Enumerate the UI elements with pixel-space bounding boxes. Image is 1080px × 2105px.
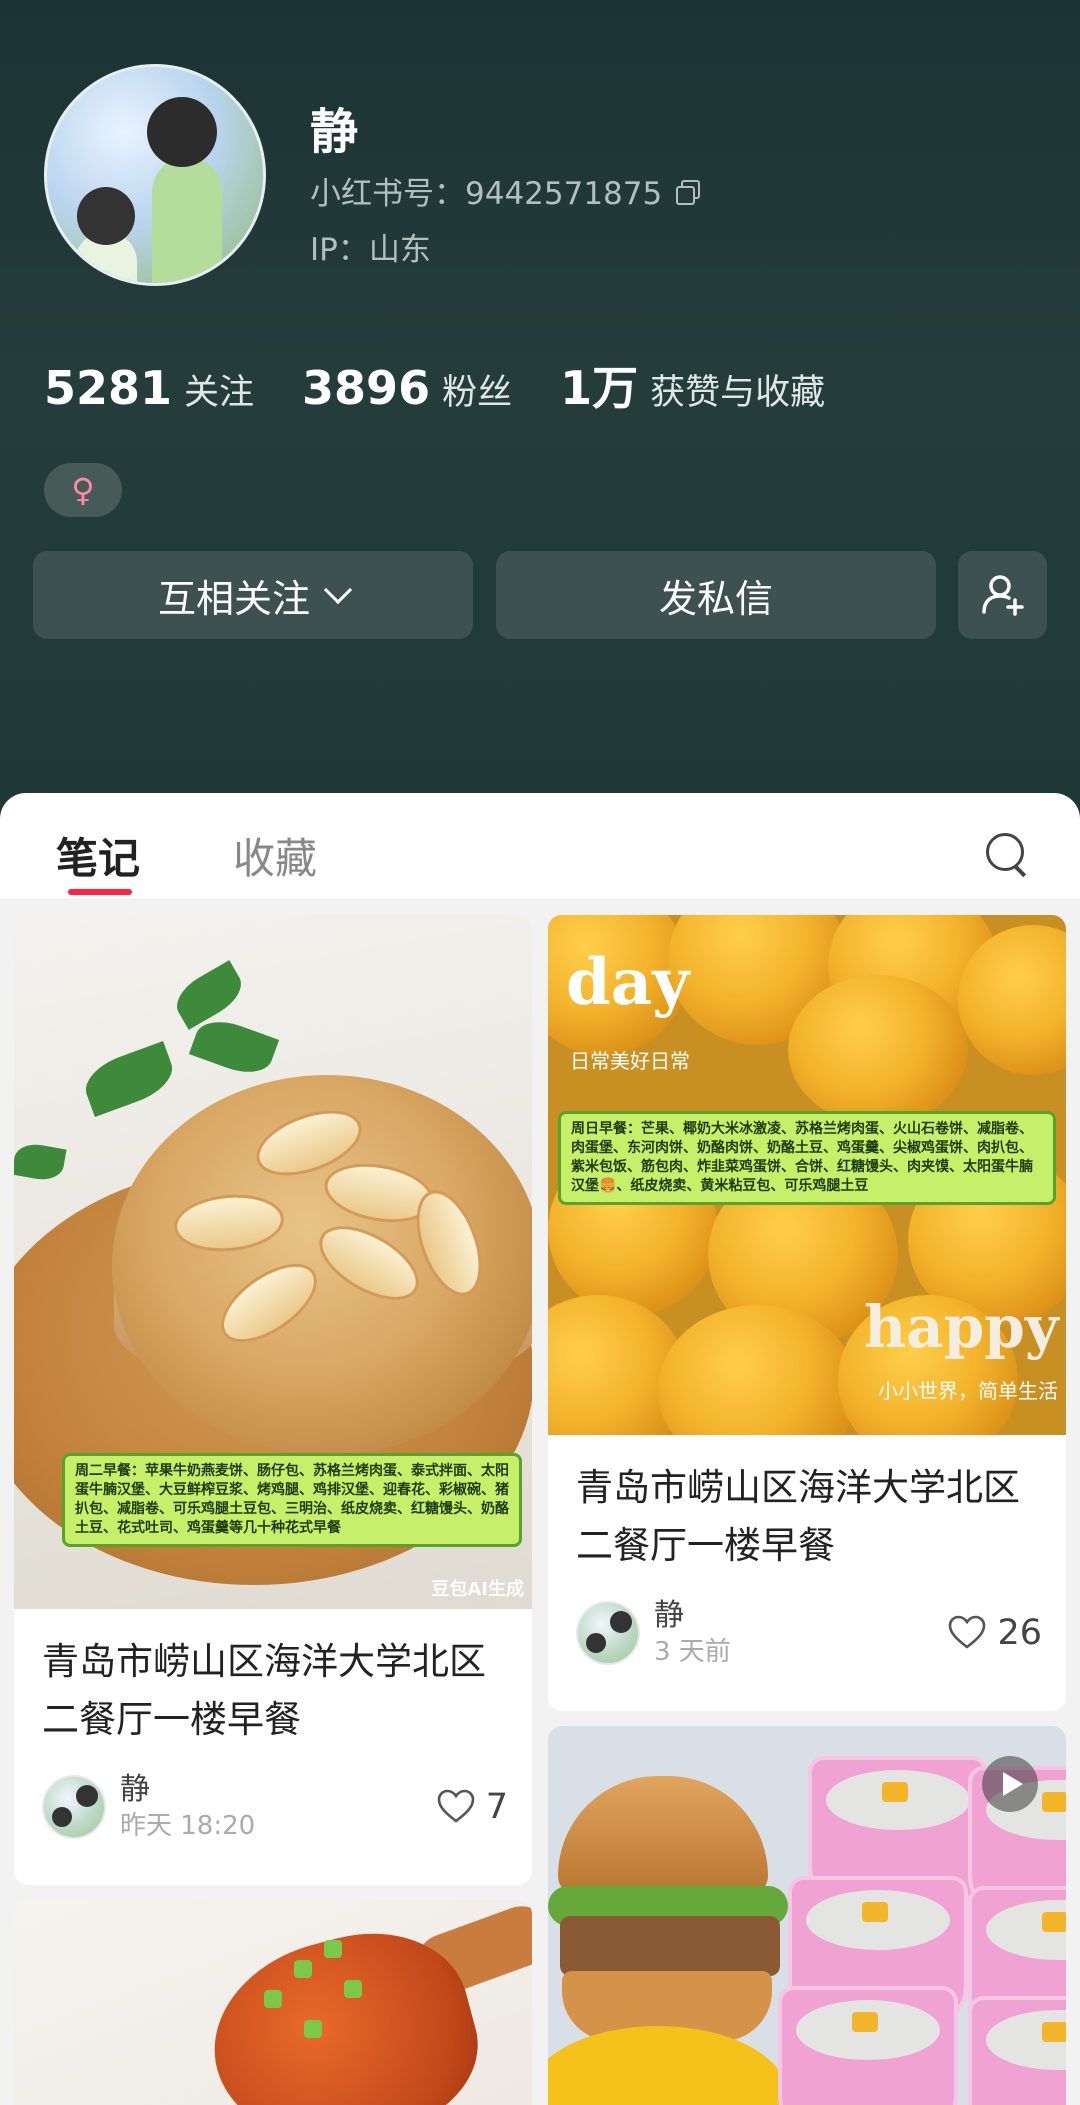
note-card[interactable] [14,1900,532,2105]
stat-followers[interactable]: 3896 粉丝 [302,361,512,415]
send-message-label: 发私信 [658,576,773,621]
active-tab-indicator [68,889,132,895]
ai-watermark: 豆包AI生成 [431,1579,524,1600]
note-title: 青岛市崂山区海洋大学北区二餐厅一楼早餐 [576,1466,1020,1567]
chevron-down-icon [323,575,353,605]
profile-avatar[interactable] [44,64,266,286]
cover-subtext-2: 小小世界，简单生活 [878,1379,1058,1403]
author-avatar[interactable] [576,1601,640,1665]
note-footer: 静 昨天 18:20 7 [42,1771,508,1843]
note-cover-image [14,1900,532,2105]
note-time: 昨天 18:20 [120,1811,256,1841]
add-user-button[interactable] [958,551,1047,639]
like-button[interactable]: 7 [436,1787,508,1827]
add-user-icon [981,575,1024,616]
cover-word-day: day [566,945,690,1020]
note-card[interactable] [548,1726,1066,2105]
tab-collect[interactable]: 收藏 [233,825,317,886]
tab-notes[interactable]: 笔记 [56,825,140,886]
note-cover-image: day 日常美好日常 周日早餐：芒果、椰奶大米冰激凌、苏格兰烤肉蛋、火山石卷饼、… [548,915,1066,1435]
note-cover-image: 周二早餐：苹果牛奶燕麦饼、肠仔包、苏格兰烤肉蛋、泰式拌面、太阳蛋牛腩汉堡、大豆鲜… [14,915,532,1609]
note-card[interactable]: 周二早餐：苹果牛奶燕麦饼、肠仔包、苏格兰烤肉蛋、泰式拌面、太阳蛋牛腩汉堡、大豆鲜… [14,915,532,1885]
cover-word-happy: happy [864,1293,1059,1361]
stat-likes-label: 获赞与收藏 [650,373,826,413]
mutual-follow-label: 互相关注 [157,576,310,621]
gender-badge: ♀ [44,463,122,517]
note-time: 3 天前 [654,1637,731,1667]
note-cover-image [548,1726,1066,2105]
stat-following-label: 关注 [184,373,255,413]
stat-followers-label: 粉丝 [442,373,513,413]
note-card[interactable]: day 日常美好日常 周日早餐：芒果、椰奶大米冰激凌、苏格兰烤肉蛋、火山石卷饼、… [548,915,1066,1711]
stat-followers-count: 3896 [302,361,431,415]
ip-location: IP：山东 [310,232,431,268]
cover-subtext-1: 日常美好日常 [570,1049,690,1073]
heart-icon [437,1789,475,1823]
mutual-follow-button[interactable]: 互相关注 [33,551,473,639]
like-button[interactable]: 26 [947,1613,1042,1653]
red-id-text: 小红书号：9442571875 [310,176,663,212]
like-count: 26 [997,1613,1042,1653]
play-icon[interactable] [982,1756,1038,1812]
cover-caption: 周二早餐：苹果牛奶燕麦饼、肠仔包、苏格兰烤肉蛋、泰式拌面、太阳蛋牛腩汉堡、大豆鲜… [62,1453,522,1547]
stats-row: 5281 关注 3896 粉丝 1万 获赞与收藏 [44,352,873,418]
author-avatar[interactable] [42,1775,106,1839]
stat-likes-count: 1万 [560,361,639,415]
search-icon[interactable] [986,833,1028,875]
note-footer: 静 3 天前 26 [576,1597,1042,1669]
stat-following[interactable]: 5281 关注 [44,361,254,415]
cover-caption: 周日早餐：芒果、椰奶大米冰激凌、苏格兰烤肉蛋、火山石卷饼、减脂卷、肉蛋堡、东河肉… [558,1111,1056,1205]
red-id-row[interactable]: 小红书号：9442571875 [310,168,701,213]
female-icon: ♀ [71,471,95,509]
note-title: 青岛市崂山区海洋大学北区二餐厅一楼早餐 [42,1640,486,1741]
stat-following-count: 5281 [44,361,173,415]
send-message-button[interactable]: 发私信 [496,551,936,639]
heart-icon [949,1615,986,1649]
like-count: 7 [485,1787,508,1827]
profile-header: 静 小红书号：9442571875 IP：山东 5281 关注 3896 粉丝 … [0,0,1080,840]
profile-name: 静 [310,104,359,160]
content-tabs: 笔记 收藏 [0,793,1080,900]
author-name: 静 [120,1772,150,1807]
copy-icon[interactable] [676,179,701,205]
author-name: 静 [654,1598,684,1633]
notes-feed: 周二早餐：苹果牛奶燕麦饼、肠仔包、苏格兰烤肉蛋、泰式拌面、太阳蛋牛腩汉堡、大豆鲜… [0,900,1080,2105]
stat-likes-collects[interactable]: 1万 获赞与收藏 [560,352,825,418]
